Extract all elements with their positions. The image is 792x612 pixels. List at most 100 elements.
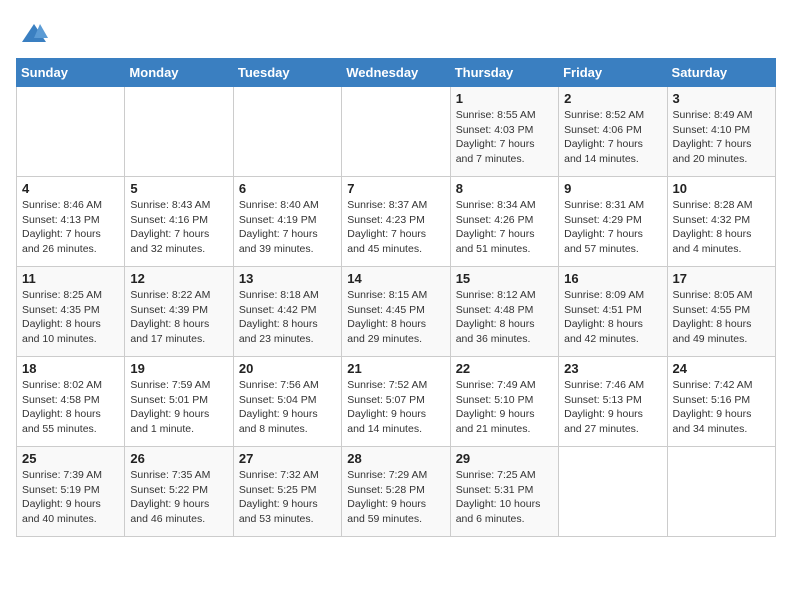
day-info: Sunrise: 8:28 AM Sunset: 4:32 PM Dayligh… — [673, 198, 770, 257]
day-info: Sunrise: 8:09 AM Sunset: 4:51 PM Dayligh… — [564, 288, 661, 347]
header-tuesday: Tuesday — [233, 59, 341, 87]
week-row-5: 25 Sunrise: 7:39 AM Sunset: 5:19 PM Dayli… — [17, 447, 776, 537]
day-number: 24 — [673, 361, 770, 376]
day-number: 22 — [456, 361, 553, 376]
calendar-cell: 10 Sunrise: 8:28 AM Sunset: 4:32 PM Dayli… — [667, 177, 775, 267]
day-info: Sunrise: 7:46 AM Sunset: 5:13 PM Dayligh… — [564, 378, 661, 437]
calendar-cell: 17 Sunrise: 8:05 AM Sunset: 4:55 PM Dayli… — [667, 267, 775, 357]
day-info: Sunrise: 8:18 AM Sunset: 4:42 PM Dayligh… — [239, 288, 336, 347]
day-info: Sunrise: 7:42 AM Sunset: 5:16 PM Dayligh… — [673, 378, 770, 437]
day-number: 28 — [347, 451, 444, 466]
calendar-table: SundayMondayTuesdayWednesdayThursdayFrid… — [16, 58, 776, 537]
day-info: Sunrise: 7:56 AM Sunset: 5:04 PM Dayligh… — [239, 378, 336, 437]
day-number: 29 — [456, 451, 553, 466]
day-info: Sunrise: 8:43 AM Sunset: 4:16 PM Dayligh… — [130, 198, 227, 257]
calendar-cell: 9 Sunrise: 8:31 AM Sunset: 4:29 PM Daylig… — [559, 177, 667, 267]
week-row-4: 18 Sunrise: 8:02 AM Sunset: 4:58 PM Dayli… — [17, 357, 776, 447]
calendar-cell: 20 Sunrise: 7:56 AM Sunset: 5:04 PM Dayli… — [233, 357, 341, 447]
day-info: Sunrise: 8:22 AM Sunset: 4:39 PM Dayligh… — [130, 288, 227, 347]
header-friday: Friday — [559, 59, 667, 87]
calendar-header-row: SundayMondayTuesdayWednesdayThursdayFrid… — [17, 59, 776, 87]
calendar-cell — [233, 87, 341, 177]
calendar-cell: 27 Sunrise: 7:32 AM Sunset: 5:25 PM Dayli… — [233, 447, 341, 537]
day-info: Sunrise: 7:25 AM Sunset: 5:31 PM Dayligh… — [456, 468, 553, 527]
logo-icon — [20, 20, 48, 48]
header-monday: Monday — [125, 59, 233, 87]
day-number: 1 — [456, 91, 553, 106]
day-info: Sunrise: 8:34 AM Sunset: 4:26 PM Dayligh… — [456, 198, 553, 257]
day-info: Sunrise: 7:35 AM Sunset: 5:22 PM Dayligh… — [130, 468, 227, 527]
day-number: 16 — [564, 271, 661, 286]
calendar-cell: 23 Sunrise: 7:46 AM Sunset: 5:13 PM Dayli… — [559, 357, 667, 447]
day-info: Sunrise: 7:39 AM Sunset: 5:19 PM Dayligh… — [22, 468, 119, 527]
day-number: 8 — [456, 181, 553, 196]
day-info: Sunrise: 8:37 AM Sunset: 4:23 PM Dayligh… — [347, 198, 444, 257]
day-info: Sunrise: 8:55 AM Sunset: 4:03 PM Dayligh… — [456, 108, 553, 167]
calendar-cell: 26Sunrise: 7:35 AM Sunset: 5:22 PM Dayli… — [125, 447, 233, 537]
calendar-cell: 19Sunrise: 7:59 AM Sunset: 5:01 PM Dayli… — [125, 357, 233, 447]
calendar-cell: 4 Sunrise: 8:46 AM Sunset: 4:13 PM Daylig… — [17, 177, 125, 267]
day-number: 12 — [130, 271, 227, 286]
calendar-cell: 1 Sunrise: 8:55 AM Sunset: 4:03 PM Daylig… — [450, 87, 558, 177]
day-info: Sunrise: 8:46 AM Sunset: 4:13 PM Dayligh… — [22, 198, 119, 257]
header-thursday: Thursday — [450, 59, 558, 87]
calendar-cell: 3Sunrise: 8:49 AM Sunset: 4:10 PM Daylig… — [667, 87, 775, 177]
calendar-cell: 2 Sunrise: 8:52 AM Sunset: 4:06 PM Daylig… — [559, 87, 667, 177]
day-number: 27 — [239, 451, 336, 466]
day-number: 17 — [673, 271, 770, 286]
day-info: Sunrise: 8:40 AM Sunset: 4:19 PM Dayligh… — [239, 198, 336, 257]
calendar-cell: 29 Sunrise: 7:25 AM Sunset: 5:31 PM Dayli… — [450, 447, 558, 537]
page-header — [16, 16, 776, 48]
day-info: Sunrise: 7:49 AM Sunset: 5:10 PM Dayligh… — [456, 378, 553, 437]
day-number: 6 — [239, 181, 336, 196]
calendar-cell: 15 Sunrise: 8:12 AM Sunset: 4:48 PM Dayli… — [450, 267, 558, 357]
calendar-cell: 21Sunrise: 7:52 AM Sunset: 5:07 PM Dayli… — [342, 357, 450, 447]
day-number: 13 — [239, 271, 336, 286]
day-number: 4 — [22, 181, 119, 196]
header-wednesday: Wednesday — [342, 59, 450, 87]
day-number: 21 — [347, 361, 444, 376]
day-info: Sunrise: 7:32 AM Sunset: 5:25 PM Dayligh… — [239, 468, 336, 527]
day-info: Sunrise: 8:05 AM Sunset: 4:55 PM Dayligh… — [673, 288, 770, 347]
day-number: 7 — [347, 181, 444, 196]
day-info: Sunrise: 8:15 AM Sunset: 4:45 PM Dayligh… — [347, 288, 444, 347]
day-info: Sunrise: 8:25 AM Sunset: 4:35 PM Dayligh… — [22, 288, 119, 347]
calendar-cell: 22 Sunrise: 7:49 AM Sunset: 5:10 PM Dayli… — [450, 357, 558, 447]
calendar-cell — [559, 447, 667, 537]
calendar-cell: 5Sunrise: 8:43 AM Sunset: 4:16 PM Daylig… — [125, 177, 233, 267]
calendar-cell — [125, 87, 233, 177]
calendar-cell — [342, 87, 450, 177]
day-info: Sunrise: 7:59 AM Sunset: 5:01 PM Dayligh… — [130, 378, 227, 437]
day-info: Sunrise: 8:12 AM Sunset: 4:48 PM Dayligh… — [456, 288, 553, 347]
day-number: 20 — [239, 361, 336, 376]
day-number: 23 — [564, 361, 661, 376]
day-info: Sunrise: 7:29 AM Sunset: 5:28 PM Dayligh… — [347, 468, 444, 527]
header-sunday: Sunday — [17, 59, 125, 87]
day-info: Sunrise: 8:02 AM Sunset: 4:58 PM Dayligh… — [22, 378, 119, 437]
day-number: 2 — [564, 91, 661, 106]
week-row-3: 11 Sunrise: 8:25 AM Sunset: 4:35 PM Dayli… — [17, 267, 776, 357]
day-number: 15 — [456, 271, 553, 286]
logo — [16, 20, 48, 48]
calendar-cell: 12 Sunrise: 8:22 AM Sunset: 4:39 PM Dayli… — [125, 267, 233, 357]
day-number: 11 — [22, 271, 119, 286]
header-saturday: Saturday — [667, 59, 775, 87]
day-number: 25 — [22, 451, 119, 466]
week-row-1: 1 Sunrise: 8:55 AM Sunset: 4:03 PM Daylig… — [17, 87, 776, 177]
day-number: 10 — [673, 181, 770, 196]
calendar-cell: 16 Sunrise: 8:09 AM Sunset: 4:51 PM Dayli… — [559, 267, 667, 357]
calendar-cell: 18 Sunrise: 8:02 AM Sunset: 4:58 PM Dayli… — [17, 357, 125, 447]
calendar-cell: 6 Sunrise: 8:40 AM Sunset: 4:19 PM Daylig… — [233, 177, 341, 267]
day-info: Sunrise: 8:52 AM Sunset: 4:06 PM Dayligh… — [564, 108, 661, 167]
day-number: 18 — [22, 361, 119, 376]
day-info: Sunrise: 8:31 AM Sunset: 4:29 PM Dayligh… — [564, 198, 661, 257]
calendar-cell: 25 Sunrise: 7:39 AM Sunset: 5:19 PM Dayli… — [17, 447, 125, 537]
calendar-cell: 11 Sunrise: 8:25 AM Sunset: 4:35 PM Dayli… — [17, 267, 125, 357]
day-number: 3 — [673, 91, 770, 106]
calendar-cell: 13 Sunrise: 8:18 AM Sunset: 4:42 PM Dayli… — [233, 267, 341, 357]
day-number: 9 — [564, 181, 661, 196]
calendar-cell: 14 Sunrise: 8:15 AM Sunset: 4:45 PM Dayli… — [342, 267, 450, 357]
day-number: 14 — [347, 271, 444, 286]
calendar-cell — [667, 447, 775, 537]
calendar-cell: 7 Sunrise: 8:37 AM Sunset: 4:23 PM Daylig… — [342, 177, 450, 267]
